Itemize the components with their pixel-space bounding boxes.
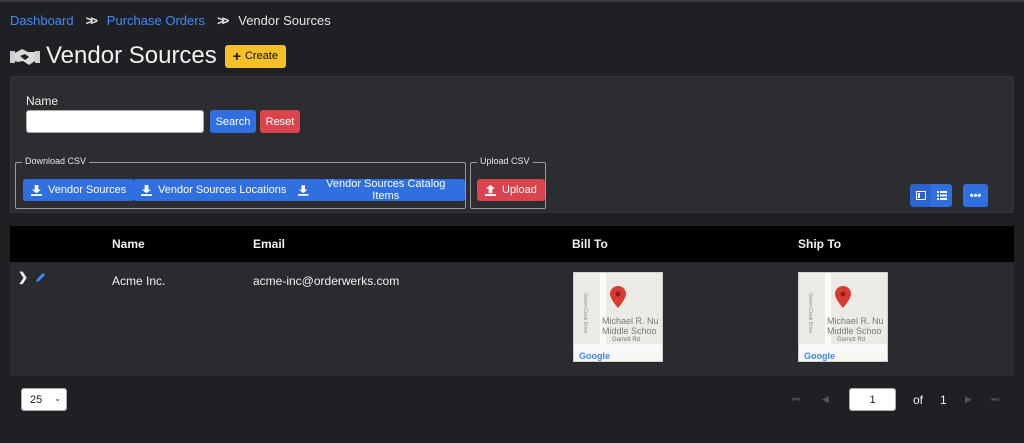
download-vendor-sources-catalog-items-button[interactable]: Vendor Sources Catalog Items	[290, 178, 465, 202]
column-header-name[interactable]: Name	[112, 237, 145, 251]
table-header: Name Email Bill To Ship To	[10, 226, 1014, 262]
page-size-value: 25	[30, 393, 43, 406]
map-poi-label: Michael R. Nu Middle Schoo	[602, 316, 659, 336]
page-title: Vendor Sources	[46, 42, 217, 69]
chevron-right-icon[interactable]: ❯	[18, 270, 28, 284]
first-page-icon[interactable]: ⏮	[792, 394, 800, 405]
download-vendor-sources-locations-label: Vendor Sources Locations	[158, 184, 287, 196]
map-road-label: Green Coral Drive	[582, 293, 588, 334]
column-header-ship-to[interactable]: Ship To	[798, 237, 841, 251]
search-button[interactable]: Search	[210, 110, 256, 133]
bill-to-map[interactable]: Green Coral Drive Garrett Rd Michael R. …	[573, 272, 663, 362]
download-csv-group: Download CSV Vendor Sources Vendor Sourc…	[15, 156, 466, 209]
more-options-button[interactable]: •••	[963, 184, 988, 207]
map-poi-line: Michael R. Nu	[602, 316, 659, 326]
view-toggle	[910, 184, 952, 207]
create-button-label: Create	[244, 50, 278, 62]
map-pin-icon	[835, 286, 851, 308]
download-icon	[298, 184, 309, 196]
pencil-icon[interactable]	[35, 271, 47, 283]
map-road-label: Green Coral Drive	[807, 293, 813, 334]
download-csv-legend: Download CSV	[22, 156, 90, 166]
list-view-button[interactable]	[931, 184, 952, 207]
last-page-icon[interactable]: ⏭	[991, 394, 999, 405]
top-border	[0, 0, 1024, 2]
breadcrumb: Dashboard >> Purchase Orders >> Vendor S…	[10, 13, 331, 28]
upload-icon	[485, 184, 496, 196]
breadcrumb-dashboard-link[interactable]: Dashboard	[10, 13, 74, 28]
map-poi-line: Middle Schoo	[602, 326, 657, 336]
page-size-select[interactable]: 25 ⌄	[21, 388, 67, 411]
card-view-button[interactable]	[910, 184, 931, 207]
map-road-label: Garrett Rd	[837, 337, 866, 343]
upload-csv-group: Upload CSV Upload	[470, 156, 546, 209]
upload-button-label: Upload	[502, 184, 537, 196]
vendor-name-cell: Acme Inc.	[112, 274, 166, 288]
reset-button[interactable]: Reset	[260, 110, 300, 133]
breadcrumb-current: Vendor Sources	[238, 13, 331, 28]
handshake-icon	[10, 49, 40, 65]
google-logo: Google	[804, 351, 835, 361]
column-header-bill-to[interactable]: Bill To	[572, 237, 608, 251]
map-pin-icon	[610, 286, 626, 308]
column-header-email[interactable]: Email	[253, 237, 285, 251]
upload-csv-legend: Upload CSV	[477, 156, 533, 166]
chevron-down-icon: ⌄	[54, 394, 61, 403]
list-view-icon	[936, 191, 947, 200]
table-row: ❯ Acme Inc. acme-inc@orderwerks.com Gree…	[10, 262, 1014, 376]
vendor-sources-table: Name Email Bill To Ship To ❯ Acme Inc. a…	[10, 226, 1014, 376]
previous-page-icon[interactable]: ◀	[822, 394, 829, 405]
map-poi-line: Middle Schoo	[827, 326, 882, 336]
download-vendor-sources-catalog-items-label: Vendor Sources Catalog Items	[326, 178, 446, 202]
create-button[interactable]: + Create	[224, 44, 286, 68]
download-icon	[31, 184, 42, 196]
map-poi-label: Michael R. Nu Middle Schoo	[827, 316, 884, 336]
title-row: Vendor Sources + Create	[10, 42, 286, 70]
name-filter-label: Name	[26, 94, 59, 108]
map-road-label: Garrett Rd	[612, 337, 641, 343]
chevron-double-right-icon: >>	[85, 13, 98, 28]
chevron-double-right-icon: >>	[217, 13, 229, 28]
filter-panel: Name Search Reset Download CSV Vendor So…	[10, 76, 1014, 213]
upload-button[interactable]: Upload	[477, 179, 545, 201]
vendor-email-cell: acme-inc@orderwerks.com	[253, 274, 400, 288]
name-filter-input[interactable]	[26, 110, 204, 133]
google-logo: Google	[579, 351, 610, 361]
breadcrumb-purchase-orders-link[interactable]: Purchase Orders	[107, 13, 205, 28]
plus-icon: +	[232, 48, 241, 64]
total-pages: 1	[940, 393, 947, 407]
ship-to-map[interactable]: Green Coral Drive Garrett Rd Michael R. …	[798, 272, 888, 362]
card-view-icon	[915, 191, 926, 200]
download-vendor-sources-locations-button[interactable]: Vendor Sources Locations	[133, 179, 295, 201]
download-icon	[141, 184, 152, 196]
download-vendor-sources-label: Vendor Sources	[48, 184, 127, 196]
map-poi-line: Michael R. Nu	[827, 316, 884, 326]
next-page-icon[interactable]: ▶	[965, 394, 972, 405]
current-page-input[interactable]: 1	[849, 388, 896, 411]
download-vendor-sources-button[interactable]: Vendor Sources	[23, 179, 135, 201]
of-label: of	[913, 393, 924, 407]
